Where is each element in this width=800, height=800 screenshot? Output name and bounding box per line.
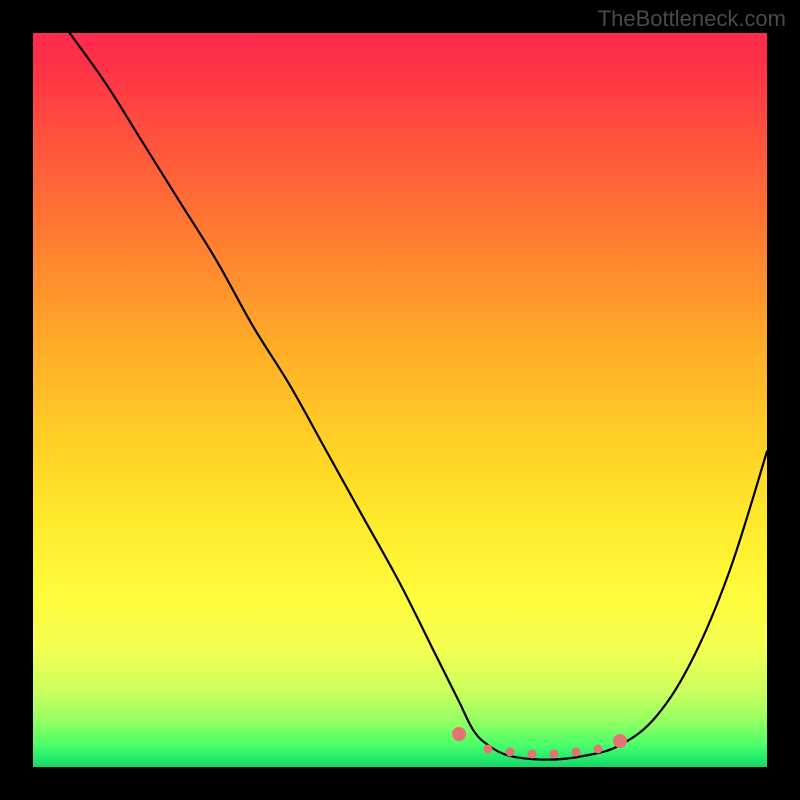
curve-marker: [528, 749, 537, 758]
watermark-text: TheBottleneck.com: [598, 6, 786, 32]
curve-marker: [594, 744, 603, 753]
curve-marker: [484, 744, 493, 753]
plot-area: [33, 33, 767, 767]
marker-layer: [33, 33, 767, 767]
curve-marker: [550, 749, 559, 758]
curve-marker: [452, 727, 466, 741]
curve-marker: [613, 734, 627, 748]
curve-marker: [572, 748, 581, 757]
curve-marker: [506, 748, 515, 757]
